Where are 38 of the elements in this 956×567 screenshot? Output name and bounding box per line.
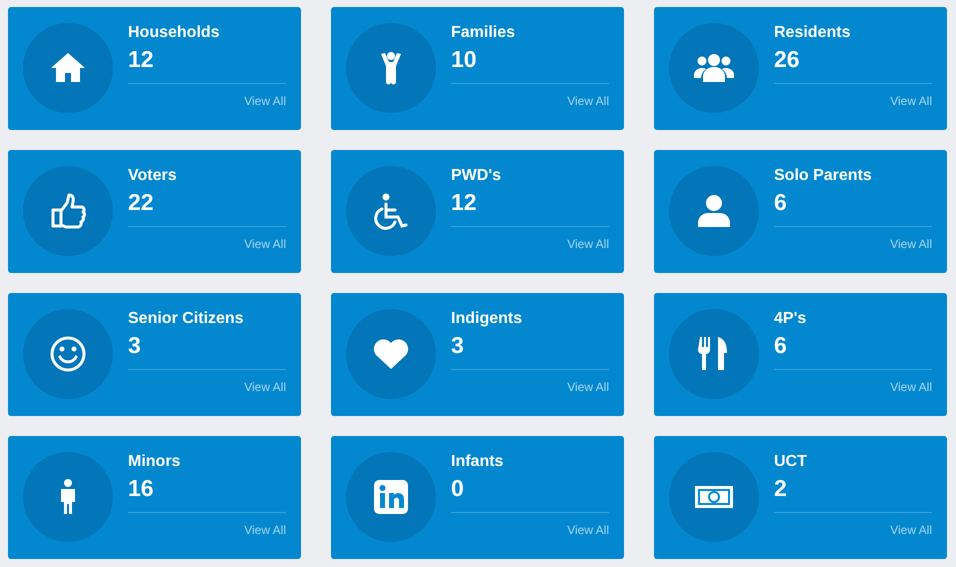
view-all-link[interactable]: View All <box>244 94 286 108</box>
count-value: 22 <box>128 188 154 216</box>
card-title: Minors <box>128 452 182 472</box>
card-title: UCT <box>774 452 808 472</box>
count-value: 12 <box>128 45 154 73</box>
count-value: 26 <box>774 45 800 73</box>
count-value: 3 <box>128 331 141 359</box>
count-value: 3 <box>451 331 464 359</box>
view-all-link[interactable]: View All <box>890 94 932 108</box>
count-value: 2 <box>774 474 787 502</box>
card-title: Senior Citizens <box>128 309 245 329</box>
card-title: Infants <box>451 452 504 472</box>
count-value: 16 <box>128 474 154 502</box>
view-all-link[interactable]: View All <box>567 523 609 537</box>
view-all-link[interactable]: View All <box>890 237 932 251</box>
card-title: Residents <box>774 23 852 43</box>
card-title: 4P's <box>774 309 808 329</box>
view-all-link[interactable]: View All <box>244 523 286 537</box>
view-all-link[interactable]: View All <box>244 380 286 394</box>
card-title: Households <box>128 23 221 43</box>
view-all-link[interactable]: View All <box>890 380 932 394</box>
view-all-link[interactable]: View All <box>567 94 609 108</box>
view-all-link[interactable]: View All <box>567 380 609 394</box>
count-value: 12 <box>451 188 477 216</box>
count-value: 0 <box>451 474 464 502</box>
count-value: 6 <box>774 188 787 216</box>
card-title: PWD's <box>451 166 502 186</box>
card-title: Solo Parents <box>774 166 873 186</box>
view-all-link[interactable]: View All <box>244 237 286 251</box>
card-title: Indigents <box>451 309 524 329</box>
square-logo-icon <box>371 477 411 517</box>
card-title: Families <box>451 23 516 43</box>
view-all-link[interactable]: View All <box>567 237 609 251</box>
count-value: 10 <box>451 45 477 73</box>
smiley-icon <box>48 334 88 374</box>
card-title: Voters <box>128 166 178 186</box>
count-value: 6 <box>774 331 787 359</box>
view-all-link[interactable]: View All <box>890 523 932 537</box>
